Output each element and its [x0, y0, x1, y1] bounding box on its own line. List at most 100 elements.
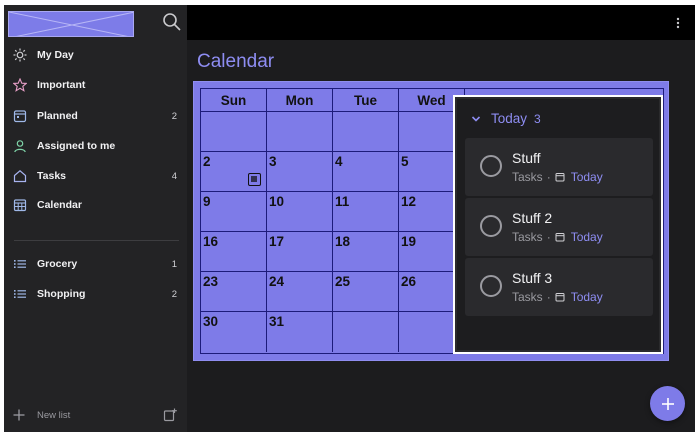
calendar-day-cell[interactable]: 17: [267, 232, 333, 272]
popup-count: 3: [534, 111, 541, 126]
task-complete-checkbox[interactable]: [480, 155, 502, 177]
app-logo: [8, 11, 134, 37]
task-due-date: Today: [570, 170, 603, 184]
sidebar-item-assigned-to-me[interactable]: Assigned to me: [4, 132, 187, 160]
item-count: 4: [171, 170, 177, 182]
task-complete-checkbox[interactable]: [480, 275, 502, 297]
top-bar: [187, 5, 695, 40]
list-icon: [13, 287, 27, 301]
sidebar-item-calendar[interactable]: Calendar: [4, 191, 187, 219]
sidebar-list-shopping[interactable]: Shopping 2: [4, 280, 187, 308]
calendar-day-cell[interactable]: 11: [333, 192, 399, 232]
calendar-day-cell[interactable]: 30: [201, 312, 267, 352]
item-count: 2: [171, 110, 177, 122]
sidebar-item-label: My Day: [37, 49, 74, 61]
calendar-day-number: 12: [401, 194, 417, 209]
task-item[interactable]: Stuff 2 Tasks · Today: [465, 198, 653, 256]
calendar-day-number: 10: [269, 194, 285, 209]
more-options-icon[interactable]: [675, 16, 681, 30]
sidebar-item-important[interactable]: Important: [4, 71, 187, 99]
popup-title: Today: [491, 111, 528, 126]
calendar-day-cell[interactable]: 4: [333, 152, 399, 192]
sidebar-list-grocery[interactable]: Grocery 1: [4, 250, 187, 278]
sidebar-item-label: Assigned to me: [37, 140, 116, 152]
task-title: Stuff 3: [512, 270, 553, 286]
new-list-label: New list: [37, 410, 71, 421]
chevron-down-icon: [471, 115, 481, 122]
calendar-day-number: 4: [335, 154, 343, 169]
meta-separator: ·: [546, 230, 551, 244]
calendar-day-cell[interactable]: 18: [333, 232, 399, 272]
calendar-day-cell[interactable]: 9: [201, 192, 267, 232]
calendar-day-cell[interactable]: [201, 112, 267, 152]
calendar-day-number: 19: [401, 234, 417, 249]
meta-separator: ·: [546, 170, 551, 184]
item-count: 2: [171, 288, 177, 300]
meta-separator: ·: [546, 290, 551, 304]
day-tasks-popup: Today 3 Stuff Tasks · Today Stuff 2 Task…: [453, 95, 663, 354]
sidebar-divider: [14, 240, 179, 241]
calendar-day-number: 25: [335, 274, 351, 289]
calendar-day-number: 2: [203, 154, 211, 169]
sidebar: My Day Important Planned 2 Assigned to m…: [4, 5, 187, 432]
calendar-day-cell[interactable]: [267, 112, 333, 152]
new-list-button[interactable]: New list: [4, 405, 187, 427]
popup-header[interactable]: Today 3: [471, 111, 541, 126]
calendar-day-cell[interactable]: 16: [201, 232, 267, 272]
add-task-button[interactable]: [650, 386, 685, 421]
person-icon: [13, 139, 27, 153]
sidebar-item-planned[interactable]: Planned 2: [4, 102, 187, 130]
app-window: My Day Important Planned 2 Assigned to m…: [4, 5, 695, 432]
calendar-day-number: 16: [203, 234, 219, 249]
task-title: Stuff: [512, 150, 541, 166]
list-icon: [13, 257, 27, 271]
new-group-icon[interactable]: [163, 408, 177, 422]
task-list-name: Tasks: [512, 170, 543, 184]
item-count: 1: [171, 258, 177, 270]
task-list-name: Tasks: [512, 290, 543, 304]
task-due-date: Today: [570, 290, 603, 304]
task-meta: Tasks · Today: [512, 290, 603, 304]
task-marker-icon[interactable]: [248, 173, 261, 186]
calendar-day-cell[interactable]: [333, 112, 399, 152]
sidebar-item-label: Tasks: [37, 170, 66, 182]
sidebar-item-label: Shopping: [37, 288, 86, 300]
calendar-day-cell[interactable]: 24: [267, 272, 333, 312]
calendar-day-number: 30: [203, 314, 219, 329]
task-complete-checkbox[interactable]: [480, 215, 502, 237]
calendar-day-cell[interactable]: [333, 312, 399, 352]
calendar-day-number: 31: [269, 314, 285, 329]
sidebar-item-my-day[interactable]: My Day: [4, 41, 187, 69]
calendar-day-number: 3: [269, 154, 277, 169]
sidebar-item-tasks[interactable]: Tasks 4: [4, 162, 187, 190]
calendar-weekday-header: Sun: [201, 89, 267, 112]
calendar-day-cell[interactable]: 23: [201, 272, 267, 312]
sidebar-item-label: Calendar: [37, 199, 82, 211]
calendar-day-cell[interactable]: 3: [267, 152, 333, 192]
calendar-day-number: 26: [401, 274, 417, 289]
task-meta: Tasks · Today: [512, 230, 603, 244]
calendar-day-number: 23: [203, 274, 219, 289]
calendar-weekday-header: Mon: [267, 89, 333, 112]
calendar-day-number: 24: [269, 274, 285, 289]
sidebar-item-label: Important: [37, 79, 86, 91]
plus-icon: [661, 397, 674, 410]
task-meta: Tasks · Today: [512, 170, 603, 184]
sidebar-item-label: Grocery: [37, 258, 78, 270]
calendar-weekday-header: Tue: [333, 89, 399, 112]
calendar-day-cell[interactable]: 31: [267, 312, 333, 352]
calendar-day-number: 11: [335, 194, 350, 209]
search-icon[interactable]: [162, 12, 182, 32]
calendar-grid-icon: [13, 198, 27, 212]
calendar-day-number: 9: [203, 194, 211, 209]
calendar-day-cell[interactable]: 2: [201, 152, 267, 192]
calendar-day-number: 18: [335, 234, 351, 249]
main-content: Calendar Sun Mon Tue Wed 2 3 4 5 9 10 11 12 16 17 18 19…: [187, 40, 695, 432]
calendar-day-cell[interactable]: 25: [333, 272, 399, 312]
task-item[interactable]: Stuff 3 Tasks · Today: [465, 258, 653, 316]
calendar-day-number: 17: [269, 234, 285, 249]
calendar-day-cell[interactable]: 10: [267, 192, 333, 232]
calendar-icon: [555, 173, 565, 182]
task-item[interactable]: Stuff Tasks · Today: [465, 138, 653, 196]
calendar-icon: [555, 233, 565, 242]
